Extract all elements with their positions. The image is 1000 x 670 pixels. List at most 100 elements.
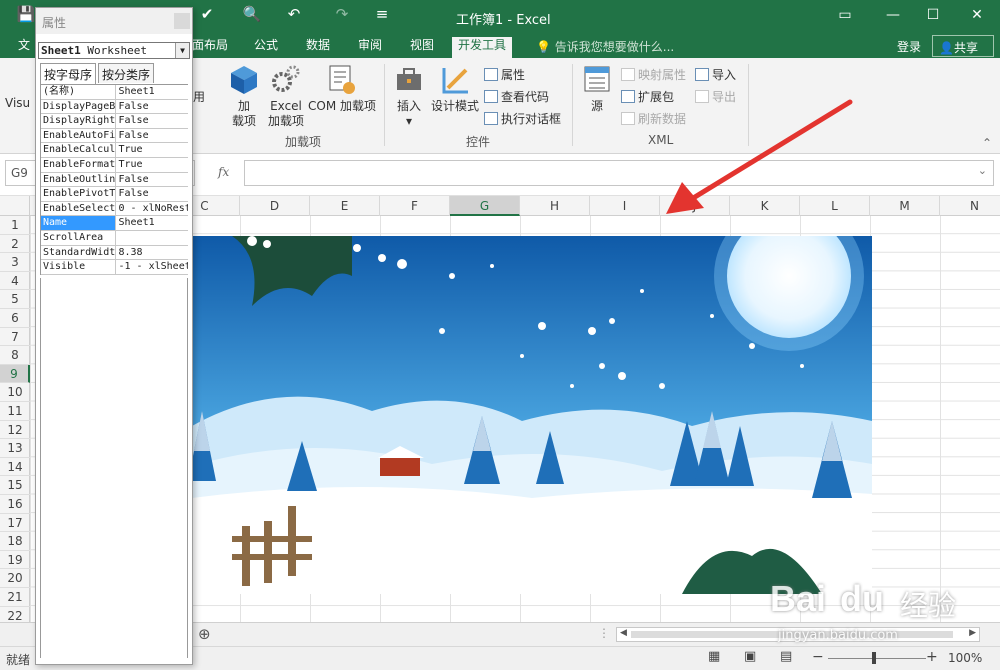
scroll-left-icon[interactable]: ◀ xyxy=(620,628,627,638)
row-header[interactable]: 9 xyxy=(0,364,30,384)
column-header-selected[interactable]: G xyxy=(450,196,520,216)
minimize-icon[interactable]: — xyxy=(878,7,908,23)
property-row[interactable]: EnableAutoFilterFalse xyxy=(41,128,188,144)
tab-developer[interactable]: 开发工具 xyxy=(452,37,513,58)
row-header[interactable]: 19 xyxy=(0,551,30,570)
map-properties-button[interactable]: 映射属性 xyxy=(621,66,686,83)
property-row[interactable]: StandardWidth 8.38 xyxy=(41,245,188,261)
property-value[interactable]: False xyxy=(116,129,188,143)
property-value[interactable] xyxy=(116,231,188,245)
property-row[interactable]: Visible-1 - xlSheetVisible xyxy=(41,260,188,275)
properties-button[interactable]: 属性 xyxy=(484,66,525,83)
tab-review[interactable]: 审阅 xyxy=(352,37,388,58)
row-header[interactable]: 6 xyxy=(0,309,30,328)
property-value[interactable]: True xyxy=(116,158,188,172)
xml-import-button[interactable]: 导入 xyxy=(695,66,736,83)
visual-basic-button-partial[interactable]: Visu xyxy=(5,96,30,110)
design-mode-button[interactable]: 设计模式 xyxy=(430,64,480,114)
property-value[interactable]: True xyxy=(116,143,188,157)
property-value[interactable]: Sheet1 xyxy=(116,85,188,99)
macro-security-icon[interactable]: ✔ xyxy=(195,5,219,23)
property-row[interactable]: ScrollArea xyxy=(41,230,188,246)
property-row[interactable]: EnableFormatConditionsCalculationTrue xyxy=(41,157,188,173)
property-row[interactable]: EnableOutliningFalse xyxy=(41,172,188,188)
close-icon[interactable] xyxy=(174,13,190,29)
property-value[interactable]: False xyxy=(116,114,188,128)
property-value[interactable]: False xyxy=(116,173,188,187)
row-header[interactable]: 18 xyxy=(0,532,30,551)
use-relative-refs-partial[interactable]: 用 xyxy=(193,88,205,105)
tab-data[interactable]: 数据 xyxy=(300,37,336,58)
property-value[interactable]: False xyxy=(116,187,188,201)
tab-alphabetic[interactable]: 按字母序 xyxy=(40,63,97,84)
properties-window[interactable]: 属性 Sheet1 Worksheet ▼ 按字母序 按分类序 (名称) Shee… xyxy=(35,7,193,665)
row-header[interactable]: 21 xyxy=(0,588,30,607)
property-value[interactable]: False xyxy=(116,100,188,114)
row-header[interactable]: 2 xyxy=(0,235,30,254)
run-dialog-button[interactable]: 执行对话框 xyxy=(484,110,561,127)
com-addins-button[interactable]: COM 加载项 xyxy=(306,64,378,114)
row-header[interactable]: 12 xyxy=(0,421,30,440)
row-header[interactable]: 7 xyxy=(0,328,30,347)
select-all-corner[interactable] xyxy=(0,196,30,216)
chevron-down-icon[interactable]: ▼ xyxy=(175,43,189,58)
row-header[interactable]: 15 xyxy=(0,476,30,495)
maximize-icon[interactable]: ☐ xyxy=(918,7,948,23)
customize-qat-icon[interactable]: ≡ xyxy=(370,5,394,23)
collapse-ribbon-icon[interactable]: ⌃ xyxy=(982,136,992,150)
xml-source-button[interactable]: 源 xyxy=(580,64,614,114)
row-header[interactable]: 5 xyxy=(0,290,30,309)
row-header[interactable]: 4 xyxy=(0,272,30,291)
row-header[interactable]: 3 xyxy=(0,253,30,272)
tab-split-handle-icon[interactable]: ⋮ xyxy=(598,626,610,640)
property-value[interactable]: -1 - xlSheetVisible xyxy=(116,260,188,274)
tab-file[interactable]: 文 xyxy=(12,37,36,58)
expand-formula-icon[interactable]: ⌄ xyxy=(978,164,987,177)
row-header[interactable]: 8 xyxy=(0,346,30,365)
row-header[interactable]: 11 xyxy=(0,402,30,421)
row-header[interactable]: 17 xyxy=(0,514,30,533)
row-header[interactable]: 1 xyxy=(0,216,30,235)
property-value[interactable]: Sheet1 xyxy=(116,216,188,230)
column-header[interactable]: E xyxy=(310,196,380,216)
row-header[interactable]: 13 xyxy=(0,439,30,458)
tab-formulas[interactable]: 公式 xyxy=(248,37,284,58)
row-header[interactable]: 20 xyxy=(0,569,30,588)
print-preview-icon[interactable]: 🔍 xyxy=(240,5,264,23)
property-row[interactable]: EnablePivotTableFalse xyxy=(41,187,188,202)
property-row[interactable]: EnableSelection0 - xlNoRestrictions xyxy=(41,201,188,217)
column-header[interactable]: D xyxy=(240,196,310,216)
row-header[interactable]: 14 xyxy=(0,458,30,477)
property-value[interactable]: 8.38 xyxy=(116,246,188,260)
tab-view[interactable]: 视图 xyxy=(404,37,440,58)
property-row[interactable]: DisplayRightToLeftFalse xyxy=(41,114,188,129)
object-selector[interactable]: Sheet1 Worksheet ▼ xyxy=(38,42,190,59)
new-sheet-icon[interactable]: ⊕ xyxy=(198,625,211,643)
login-link[interactable]: 登录 xyxy=(897,38,921,55)
column-header[interactable]: H xyxy=(520,196,590,216)
undo-icon[interactable]: ↶ xyxy=(282,5,306,23)
row-header[interactable]: 16 xyxy=(0,495,30,514)
property-row[interactable]: EnableCalculationTrue xyxy=(41,143,188,158)
tell-me-box[interactable]: 💡 告诉我您想要做什么... xyxy=(536,38,674,55)
row-header[interactable]: 10 xyxy=(0,383,30,402)
property-value[interactable]: 0 - xlNoRestrictions xyxy=(116,202,188,216)
insert-function-icon[interactable]: fx xyxy=(218,165,229,179)
formula-input[interactable]: ⌄ xyxy=(244,160,994,186)
winter-scene-picture[interactable] xyxy=(192,236,872,594)
redo-icon[interactable]: ↷ xyxy=(330,5,354,23)
column-header[interactable]: N xyxy=(940,196,1000,216)
property-row[interactable]: Name Sheet1 xyxy=(41,216,188,231)
property-row[interactable]: DisplayPageBreaksFalse xyxy=(41,99,188,115)
tab-categorized[interactable]: 按分类序 xyxy=(98,63,155,83)
normal-view-icon[interactable]: ▦ xyxy=(708,649,720,664)
excel-addins-button[interactable]: Excel 加载项 xyxy=(264,64,308,129)
property-row[interactable]: (名称) Sheet1 xyxy=(41,85,188,100)
ribbon-display-options-icon[interactable]: ▭ xyxy=(830,7,860,23)
properties-title-bar[interactable]: 属性 xyxy=(36,8,192,34)
share-button[interactable]: 👤共享 xyxy=(932,35,994,57)
column-header[interactable]: F xyxy=(380,196,450,216)
close-icon[interactable]: ✕ xyxy=(962,7,992,23)
column-header[interactable]: I xyxy=(590,196,660,216)
insert-control-button[interactable]: 插入 ▾ xyxy=(392,64,426,129)
